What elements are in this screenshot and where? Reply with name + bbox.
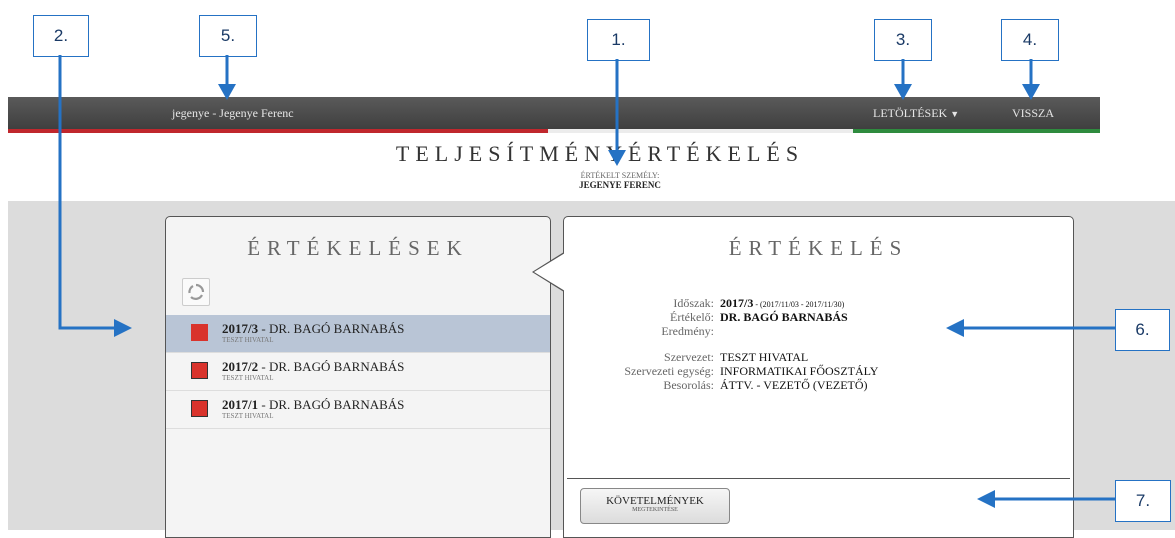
arrow-5-head bbox=[218, 84, 236, 100]
arrow-2 bbox=[58, 55, 118, 330]
arrow-7-head bbox=[977, 490, 995, 508]
arrow-2-head bbox=[114, 319, 132, 337]
arrow-6-head bbox=[946, 319, 964, 337]
callout-arrows bbox=[58, 55, 1115, 508]
arrow-3-head bbox=[894, 84, 912, 100]
arrow-1-head bbox=[608, 150, 626, 166]
arrow-4-head bbox=[1022, 84, 1040, 100]
